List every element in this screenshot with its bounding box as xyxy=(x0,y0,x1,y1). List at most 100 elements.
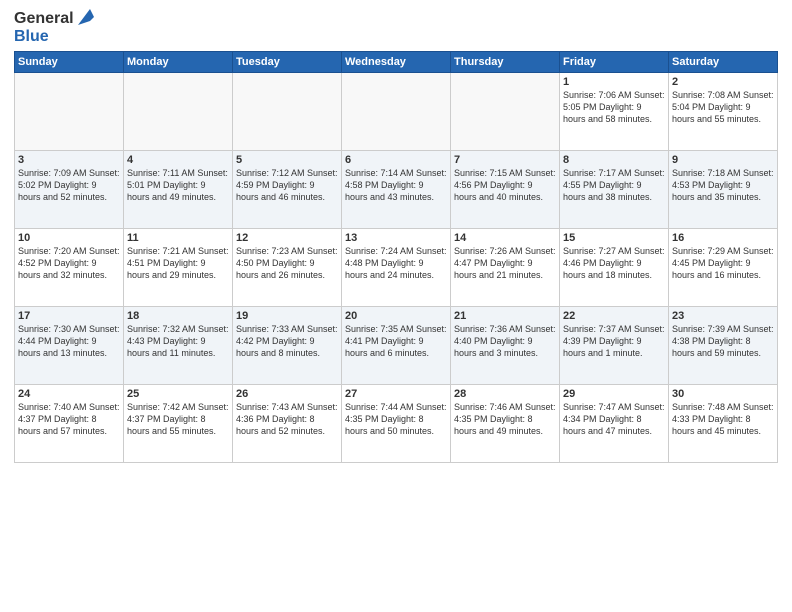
day-number: 13 xyxy=(345,232,447,244)
day-number: 27 xyxy=(345,388,447,400)
day-info: Sunrise: 7:37 AM Sunset: 4:39 PM Dayligh… xyxy=(563,323,665,359)
calendar-cell: 20Sunrise: 7:35 AM Sunset: 4:41 PM Dayli… xyxy=(342,307,451,385)
calendar-cell: 7Sunrise: 7:15 AM Sunset: 4:56 PM Daylig… xyxy=(451,151,560,229)
day-number: 17 xyxy=(18,310,120,322)
calendar-week-row: 1Sunrise: 7:06 AM Sunset: 5:05 PM Daylig… xyxy=(15,73,778,151)
header: General Blue xyxy=(14,10,778,45)
day-info: Sunrise: 7:33 AM Sunset: 4:42 PM Dayligh… xyxy=(236,323,338,359)
calendar-cell: 3Sunrise: 7:09 AM Sunset: 5:02 PM Daylig… xyxy=(15,151,124,229)
day-number: 7 xyxy=(454,154,556,166)
calendar-cell: 2Sunrise: 7:08 AM Sunset: 5:04 PM Daylig… xyxy=(669,73,778,151)
calendar-cell: 12Sunrise: 7:23 AM Sunset: 4:50 PM Dayli… xyxy=(233,229,342,307)
day-info: Sunrise: 7:18 AM Sunset: 4:53 PM Dayligh… xyxy=(672,167,774,203)
calendar-week-row: 24Sunrise: 7:40 AM Sunset: 4:37 PM Dayli… xyxy=(15,385,778,463)
weekday-header: Thursday xyxy=(451,52,560,73)
calendar-cell: 16Sunrise: 7:29 AM Sunset: 4:45 PM Dayli… xyxy=(669,229,778,307)
day-info: Sunrise: 7:20 AM Sunset: 4:52 PM Dayligh… xyxy=(18,245,120,281)
logo-blue: Blue xyxy=(14,28,49,46)
calendar-cell: 21Sunrise: 7:36 AM Sunset: 4:40 PM Dayli… xyxy=(451,307,560,385)
day-number: 16 xyxy=(672,232,774,244)
day-number: 6 xyxy=(345,154,447,166)
day-info: Sunrise: 7:42 AM Sunset: 4:37 PM Dayligh… xyxy=(127,401,229,437)
calendar-cell: 24Sunrise: 7:40 AM Sunset: 4:37 PM Dayli… xyxy=(15,385,124,463)
day-number: 21 xyxy=(454,310,556,322)
day-info: Sunrise: 7:35 AM Sunset: 4:41 PM Dayligh… xyxy=(345,323,447,359)
calendar-week-row: 3Sunrise: 7:09 AM Sunset: 5:02 PM Daylig… xyxy=(15,151,778,229)
calendar-cell: 26Sunrise: 7:43 AM Sunset: 4:36 PM Dayli… xyxy=(233,385,342,463)
header-row: SundayMondayTuesdayWednesdayThursdayFrid… xyxy=(15,52,778,73)
day-number: 29 xyxy=(563,388,665,400)
day-info: Sunrise: 7:06 AM Sunset: 5:05 PM Dayligh… xyxy=(563,89,665,125)
day-info: Sunrise: 7:27 AM Sunset: 4:46 PM Dayligh… xyxy=(563,245,665,281)
day-info: Sunrise: 7:30 AM Sunset: 4:44 PM Dayligh… xyxy=(18,323,120,359)
day-number: 14 xyxy=(454,232,556,244)
day-info: Sunrise: 7:44 AM Sunset: 4:35 PM Dayligh… xyxy=(345,401,447,437)
day-info: Sunrise: 7:46 AM Sunset: 4:35 PM Dayligh… xyxy=(454,401,556,437)
day-number: 1 xyxy=(563,76,665,88)
day-number: 15 xyxy=(563,232,665,244)
day-info: Sunrise: 7:17 AM Sunset: 4:55 PM Dayligh… xyxy=(563,167,665,203)
logo: General Blue xyxy=(14,10,96,45)
day-info: Sunrise: 7:23 AM Sunset: 4:50 PM Dayligh… xyxy=(236,245,338,281)
day-info: Sunrise: 7:29 AM Sunset: 4:45 PM Dayligh… xyxy=(672,245,774,281)
day-info: Sunrise: 7:48 AM Sunset: 4:33 PM Dayligh… xyxy=(672,401,774,437)
calendar-cell: 22Sunrise: 7:37 AM Sunset: 4:39 PM Dayli… xyxy=(560,307,669,385)
day-number: 18 xyxy=(127,310,229,322)
day-number: 24 xyxy=(18,388,120,400)
day-number: 19 xyxy=(236,310,338,322)
weekday-header: Saturday xyxy=(669,52,778,73)
calendar-cell: 17Sunrise: 7:30 AM Sunset: 4:44 PM Dayli… xyxy=(15,307,124,385)
day-info: Sunrise: 7:32 AM Sunset: 4:43 PM Dayligh… xyxy=(127,323,229,359)
day-info: Sunrise: 7:24 AM Sunset: 4:48 PM Dayligh… xyxy=(345,245,447,281)
calendar-cell: 4Sunrise: 7:11 AM Sunset: 5:01 PM Daylig… xyxy=(124,151,233,229)
day-number: 22 xyxy=(563,310,665,322)
day-info: Sunrise: 7:43 AM Sunset: 4:36 PM Dayligh… xyxy=(236,401,338,437)
calendar-cell: 29Sunrise: 7:47 AM Sunset: 4:34 PM Dayli… xyxy=(560,385,669,463)
calendar-cell: 15Sunrise: 7:27 AM Sunset: 4:46 PM Dayli… xyxy=(560,229,669,307)
logo-general: General xyxy=(14,10,74,28)
day-info: Sunrise: 7:47 AM Sunset: 4:34 PM Dayligh… xyxy=(563,401,665,437)
calendar-table: SundayMondayTuesdayWednesdayThursdayFrid… xyxy=(14,51,778,463)
weekday-header: Wednesday xyxy=(342,52,451,73)
day-number: 10 xyxy=(18,232,120,244)
day-number: 20 xyxy=(345,310,447,322)
day-info: Sunrise: 7:12 AM Sunset: 4:59 PM Dayligh… xyxy=(236,167,338,203)
calendar-cell xyxy=(233,73,342,151)
calendar-cell: 11Sunrise: 7:21 AM Sunset: 4:51 PM Dayli… xyxy=(124,229,233,307)
calendar-cell: 5Sunrise: 7:12 AM Sunset: 4:59 PM Daylig… xyxy=(233,151,342,229)
day-info: Sunrise: 7:11 AM Sunset: 5:01 PM Dayligh… xyxy=(127,167,229,203)
calendar-cell xyxy=(342,73,451,151)
calendar-cell xyxy=(451,73,560,151)
calendar-cell: 14Sunrise: 7:26 AM Sunset: 4:47 PM Dayli… xyxy=(451,229,560,307)
day-number: 9 xyxy=(672,154,774,166)
weekday-header: Monday xyxy=(124,52,233,73)
day-number: 28 xyxy=(454,388,556,400)
day-number: 2 xyxy=(672,76,774,88)
page-container: General Blue SundayMondayTuesdayWednesda… xyxy=(0,0,792,612)
day-info: Sunrise: 7:08 AM Sunset: 5:04 PM Dayligh… xyxy=(672,89,774,125)
day-number: 5 xyxy=(236,154,338,166)
day-number: 3 xyxy=(18,154,120,166)
calendar-cell: 28Sunrise: 7:46 AM Sunset: 4:35 PM Dayli… xyxy=(451,385,560,463)
day-info: Sunrise: 7:14 AM Sunset: 4:58 PM Dayligh… xyxy=(345,167,447,203)
calendar-cell: 8Sunrise: 7:17 AM Sunset: 4:55 PM Daylig… xyxy=(560,151,669,229)
calendar-cell: 1Sunrise: 7:06 AM Sunset: 5:05 PM Daylig… xyxy=(560,73,669,151)
calendar-cell: 13Sunrise: 7:24 AM Sunset: 4:48 PM Dayli… xyxy=(342,229,451,307)
day-number: 8 xyxy=(563,154,665,166)
calendar-cell: 18Sunrise: 7:32 AM Sunset: 4:43 PM Dayli… xyxy=(124,307,233,385)
day-number: 26 xyxy=(236,388,338,400)
calendar-cell: 6Sunrise: 7:14 AM Sunset: 4:58 PM Daylig… xyxy=(342,151,451,229)
day-info: Sunrise: 7:21 AM Sunset: 4:51 PM Dayligh… xyxy=(127,245,229,281)
day-number: 30 xyxy=(672,388,774,400)
day-info: Sunrise: 7:39 AM Sunset: 4:38 PM Dayligh… xyxy=(672,323,774,359)
calendar-cell: 23Sunrise: 7:39 AM Sunset: 4:38 PM Dayli… xyxy=(669,307,778,385)
day-number: 25 xyxy=(127,388,229,400)
weekday-header: Friday xyxy=(560,52,669,73)
calendar-week-row: 10Sunrise: 7:20 AM Sunset: 4:52 PM Dayli… xyxy=(15,229,778,307)
calendar-cell: 27Sunrise: 7:44 AM Sunset: 4:35 PM Dayli… xyxy=(342,385,451,463)
day-info: Sunrise: 7:36 AM Sunset: 4:40 PM Dayligh… xyxy=(454,323,556,359)
calendar-cell: 25Sunrise: 7:42 AM Sunset: 4:37 PM Dayli… xyxy=(124,385,233,463)
calendar-cell: 19Sunrise: 7:33 AM Sunset: 4:42 PM Dayli… xyxy=(233,307,342,385)
day-info: Sunrise: 7:26 AM Sunset: 4:47 PM Dayligh… xyxy=(454,245,556,281)
day-info: Sunrise: 7:09 AM Sunset: 5:02 PM Dayligh… xyxy=(18,167,120,203)
